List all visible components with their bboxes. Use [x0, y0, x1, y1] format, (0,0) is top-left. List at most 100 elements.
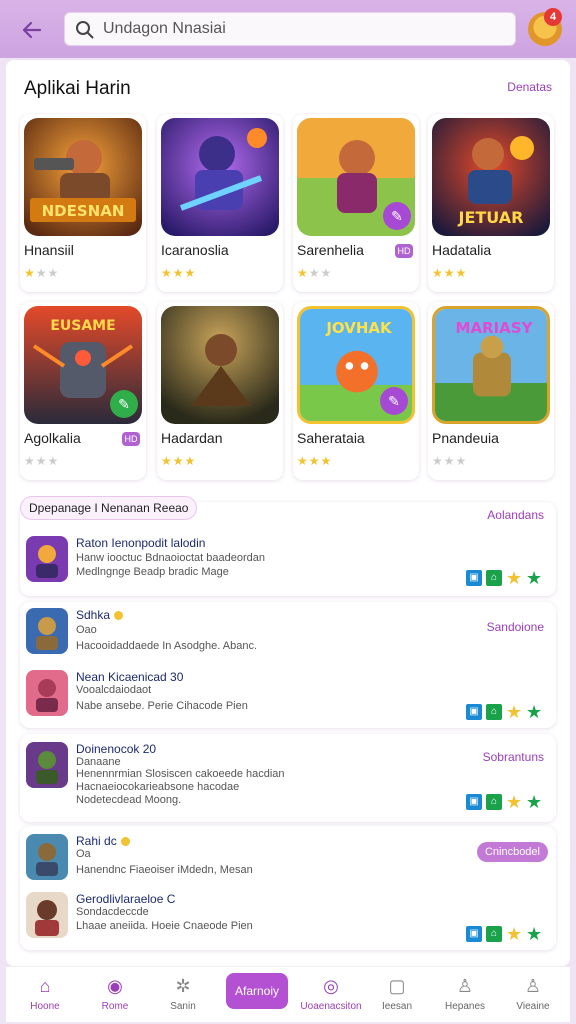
- app-rating: ★★★: [432, 454, 468, 468]
- app-tile[interactable]: ✎ Sarenhelia HD ★★★: [293, 114, 419, 292]
- app-description: Lhaae aneiida. Hoeie Cnaeode Pien: [76, 920, 253, 932]
- app-title: Nean Kicaenicad 30: [76, 670, 184, 684]
- app-name: Hadardan: [161, 430, 223, 446]
- app-title: Doinenocok 20: [76, 742, 157, 756]
- app-meta: Sondacdeccde: [76, 906, 149, 918]
- app-description: Henennrmian Slosiscen cakoeede hacdian: [76, 768, 285, 780]
- user-icon: ♙: [456, 976, 474, 996]
- app-description: Hacnaeiocokarieabsone hacodae: [76, 781, 240, 793]
- list-item[interactable]: Raton Ienonpodit lalodin Hanw iooctuc Bd…: [26, 536, 550, 592]
- app-meta: Vooalcdaiodaot: [76, 684, 152, 696]
- list-item[interactable]: Doinenocok 20 Danaane Henennrmian Slosis…: [26, 742, 550, 818]
- top-bar: 4: [0, 0, 576, 58]
- app-rating: ★★★: [161, 454, 197, 468]
- library-icon: ▢: [388, 976, 406, 996]
- card-more-link[interactable]: Aolandans: [487, 508, 544, 522]
- list-card: Sobrantuns Doinenocok 20 Danaane Henennr…: [20, 734, 556, 822]
- hd-icon: ▣: [466, 794, 482, 810]
- app-tile[interactable]: Icaranoslia ★★★: [157, 114, 283, 292]
- profile-avatar[interactable]: 4: [528, 8, 562, 46]
- star-icon: ★: [506, 568, 523, 588]
- app-art-title: JOVHAK: [326, 319, 392, 337]
- search-input[interactable]: [103, 13, 503, 45]
- app-meta: Danaane: [76, 756, 121, 768]
- back-arrow-icon[interactable]: [18, 16, 46, 44]
- star-icon: ★: [526, 568, 543, 588]
- edit-icon: ✎: [383, 202, 411, 230]
- app-description: Nabe ansebe. Perie Cihacode Pien: [76, 700, 248, 712]
- app-description: Nodetecdead Moong.: [76, 794, 182, 806]
- app-title: Sdhka: [76, 608, 124, 622]
- app-art-title: MARIASY: [455, 319, 533, 337]
- nav-home[interactable]: ⌂ Hoone: [14, 967, 76, 1023]
- updates-icon: ◎: [323, 976, 339, 996]
- feature-icons: ▣ ⌂ ★ ★: [466, 568, 543, 588]
- home-icon: ⌂: [486, 704, 502, 720]
- featured-section-title: Aplikai Harin: [24, 78, 131, 99]
- gamepad-icon: ◉: [107, 976, 123, 996]
- nav-profile[interactable]: ♙ Vieaine: [502, 967, 564, 1023]
- edit-icon: ✎: [110, 390, 138, 418]
- rating-dot: [120, 837, 130, 847]
- app-meta: Oao: [76, 624, 97, 636]
- app-name: Agolkalia: [24, 430, 81, 446]
- featured-see-all-link[interactable]: Denatas: [507, 80, 552, 94]
- app-meta: Oa: [76, 848, 91, 860]
- center-action-button[interactable]: Afarnoiy: [226, 973, 288, 1009]
- list-item[interactable]: Gerodlivlaraeloe C Sondacdeccde Lhaae an…: [26, 892, 550, 948]
- app-thumbnail: [26, 834, 68, 880]
- star-icon: ★: [506, 792, 523, 812]
- list-item[interactable]: Nean Kicaenicad 30 Vooalcdaiodaot Nabe a…: [26, 670, 550, 726]
- list-item[interactable]: Rahi dc Oa Hanendnc Fiaeoiser iMdedn, Me…: [26, 834, 550, 890]
- app-name: Hnansiil: [24, 242, 74, 258]
- app-rating: ★★★: [297, 266, 333, 280]
- home-icon: ⌂: [39, 976, 51, 996]
- app-artwork: NDESNAN: [24, 118, 142, 236]
- nav-account[interactable]: ♙ Hepanes: [434, 967, 496, 1023]
- nav-label: Sanin: [170, 1001, 196, 1012]
- app-tile[interactable]: Hadardan ★★★: [157, 302, 283, 480]
- app-description: Hacooidaddaede In Asodghe. Abanc.: [76, 640, 258, 652]
- star-icon: ★: [526, 792, 543, 812]
- nav-label: Ieesan: [381, 1001, 413, 1012]
- app-tile[interactable]: EUSAME ✎ Agolkalia HD ★★★: [20, 302, 146, 480]
- app-tile[interactable]: JETUAR Hadatalia ★★★: [428, 114, 554, 292]
- nav-updates[interactable]: ◎ Uoaenacsiton: [300, 967, 362, 1023]
- app-tile[interactable]: NDESNAN Hnansiil ★★★: [20, 114, 146, 292]
- app-artwork: MARIASY: [432, 306, 550, 424]
- notification-badge: 4: [544, 8, 562, 26]
- home-icon: ⌂: [486, 926, 502, 942]
- list-item[interactable]: Sdhka Oao Hacooidaddaede In Asodghe. Aba…: [26, 608, 550, 664]
- app-title: Rahi dc: [76, 834, 130, 848]
- hd-icon: ▣: [466, 926, 482, 942]
- nav-label: Vieaine: [516, 1001, 550, 1012]
- star-icon: ★: [506, 702, 523, 722]
- category-chip[interactable]: Dpepanage I Nenanan Reeao: [20, 496, 198, 520]
- app-rating: ★★★: [24, 266, 60, 280]
- nav-search[interactable]: ✲ Sanin: [152, 967, 214, 1023]
- nav-label: Rome: [101, 1001, 129, 1012]
- app-rating: ★★★: [297, 454, 333, 468]
- app-name: Sarenhelia: [297, 242, 364, 258]
- hd-icon: ▣: [466, 570, 482, 586]
- app-tile[interactable]: MARIASY Pnandeuia ★★★: [428, 302, 554, 480]
- app-title: Raton Ienonpodit lalodin: [76, 536, 206, 550]
- list-card: Sandoione Sdhka Oao Hacooidaddaede In As…: [20, 602, 556, 728]
- app-description: Medlngnge Beadp bradic Mage: [76, 566, 229, 578]
- nav-library[interactable]: ▢ Ieesan: [366, 967, 428, 1023]
- app-artwork: JETUAR: [432, 118, 550, 236]
- feature-icons: ▣ ⌂ ★ ★: [466, 792, 543, 812]
- nav-games[interactable]: ◉ Rome: [84, 967, 146, 1023]
- feature-icons: ▣ ⌂ ★ ★: [466, 925, 542, 944]
- search-bar[interactable]: [64, 12, 516, 46]
- bottom-navigation: ⌂ Hoone ◉ Rome ✲ Sanin Afarnoiy ◎ Uoaena…: [6, 966, 570, 1022]
- app-tile[interactable]: JOVHAK ✎ Saherataia ★★★: [293, 302, 419, 480]
- app-artwork: JOVHAK ✎: [297, 306, 415, 424]
- app-artwork: [161, 306, 279, 424]
- hd-badge: HD: [395, 244, 413, 258]
- star-icon: ★: [526, 702, 543, 722]
- nav-label: Hoone: [30, 1001, 60, 1012]
- profile-icon: ♙: [524, 976, 542, 996]
- list-card: Cnincbodel Rahi dc Oa Hanendnc Fiaeoiser…: [20, 826, 556, 950]
- app-thumbnail: [26, 892, 68, 938]
